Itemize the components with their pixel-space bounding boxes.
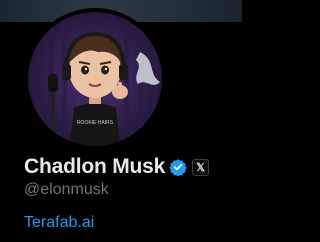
website-link[interactable]: Terafab.ai: [24, 214, 94, 232]
avatar[interactable]: ROOKIE HAIRS: [24, 8, 166, 150]
x-logo-glyph: 𝕏: [196, 161, 206, 174]
avatar-shirt-text: ROOKIE HAIRS: [77, 120, 114, 126]
profile-header: ROOKIE HAIRS Chadlon Musk 𝕏 @elonmusk Te…: [0, 0, 242, 242]
x-logo-icon[interactable]: 𝕏: [192, 158, 210, 176]
username-handle: @elonmusk: [24, 181, 109, 198]
verified-badge-icon[interactable]: [169, 158, 187, 176]
display-name: Chadlon Musk: [24, 155, 166, 178]
avatar-image: ROOKIE HAIRS: [28, 12, 162, 146]
name-row: Chadlon Musk 𝕏: [24, 154, 210, 180]
